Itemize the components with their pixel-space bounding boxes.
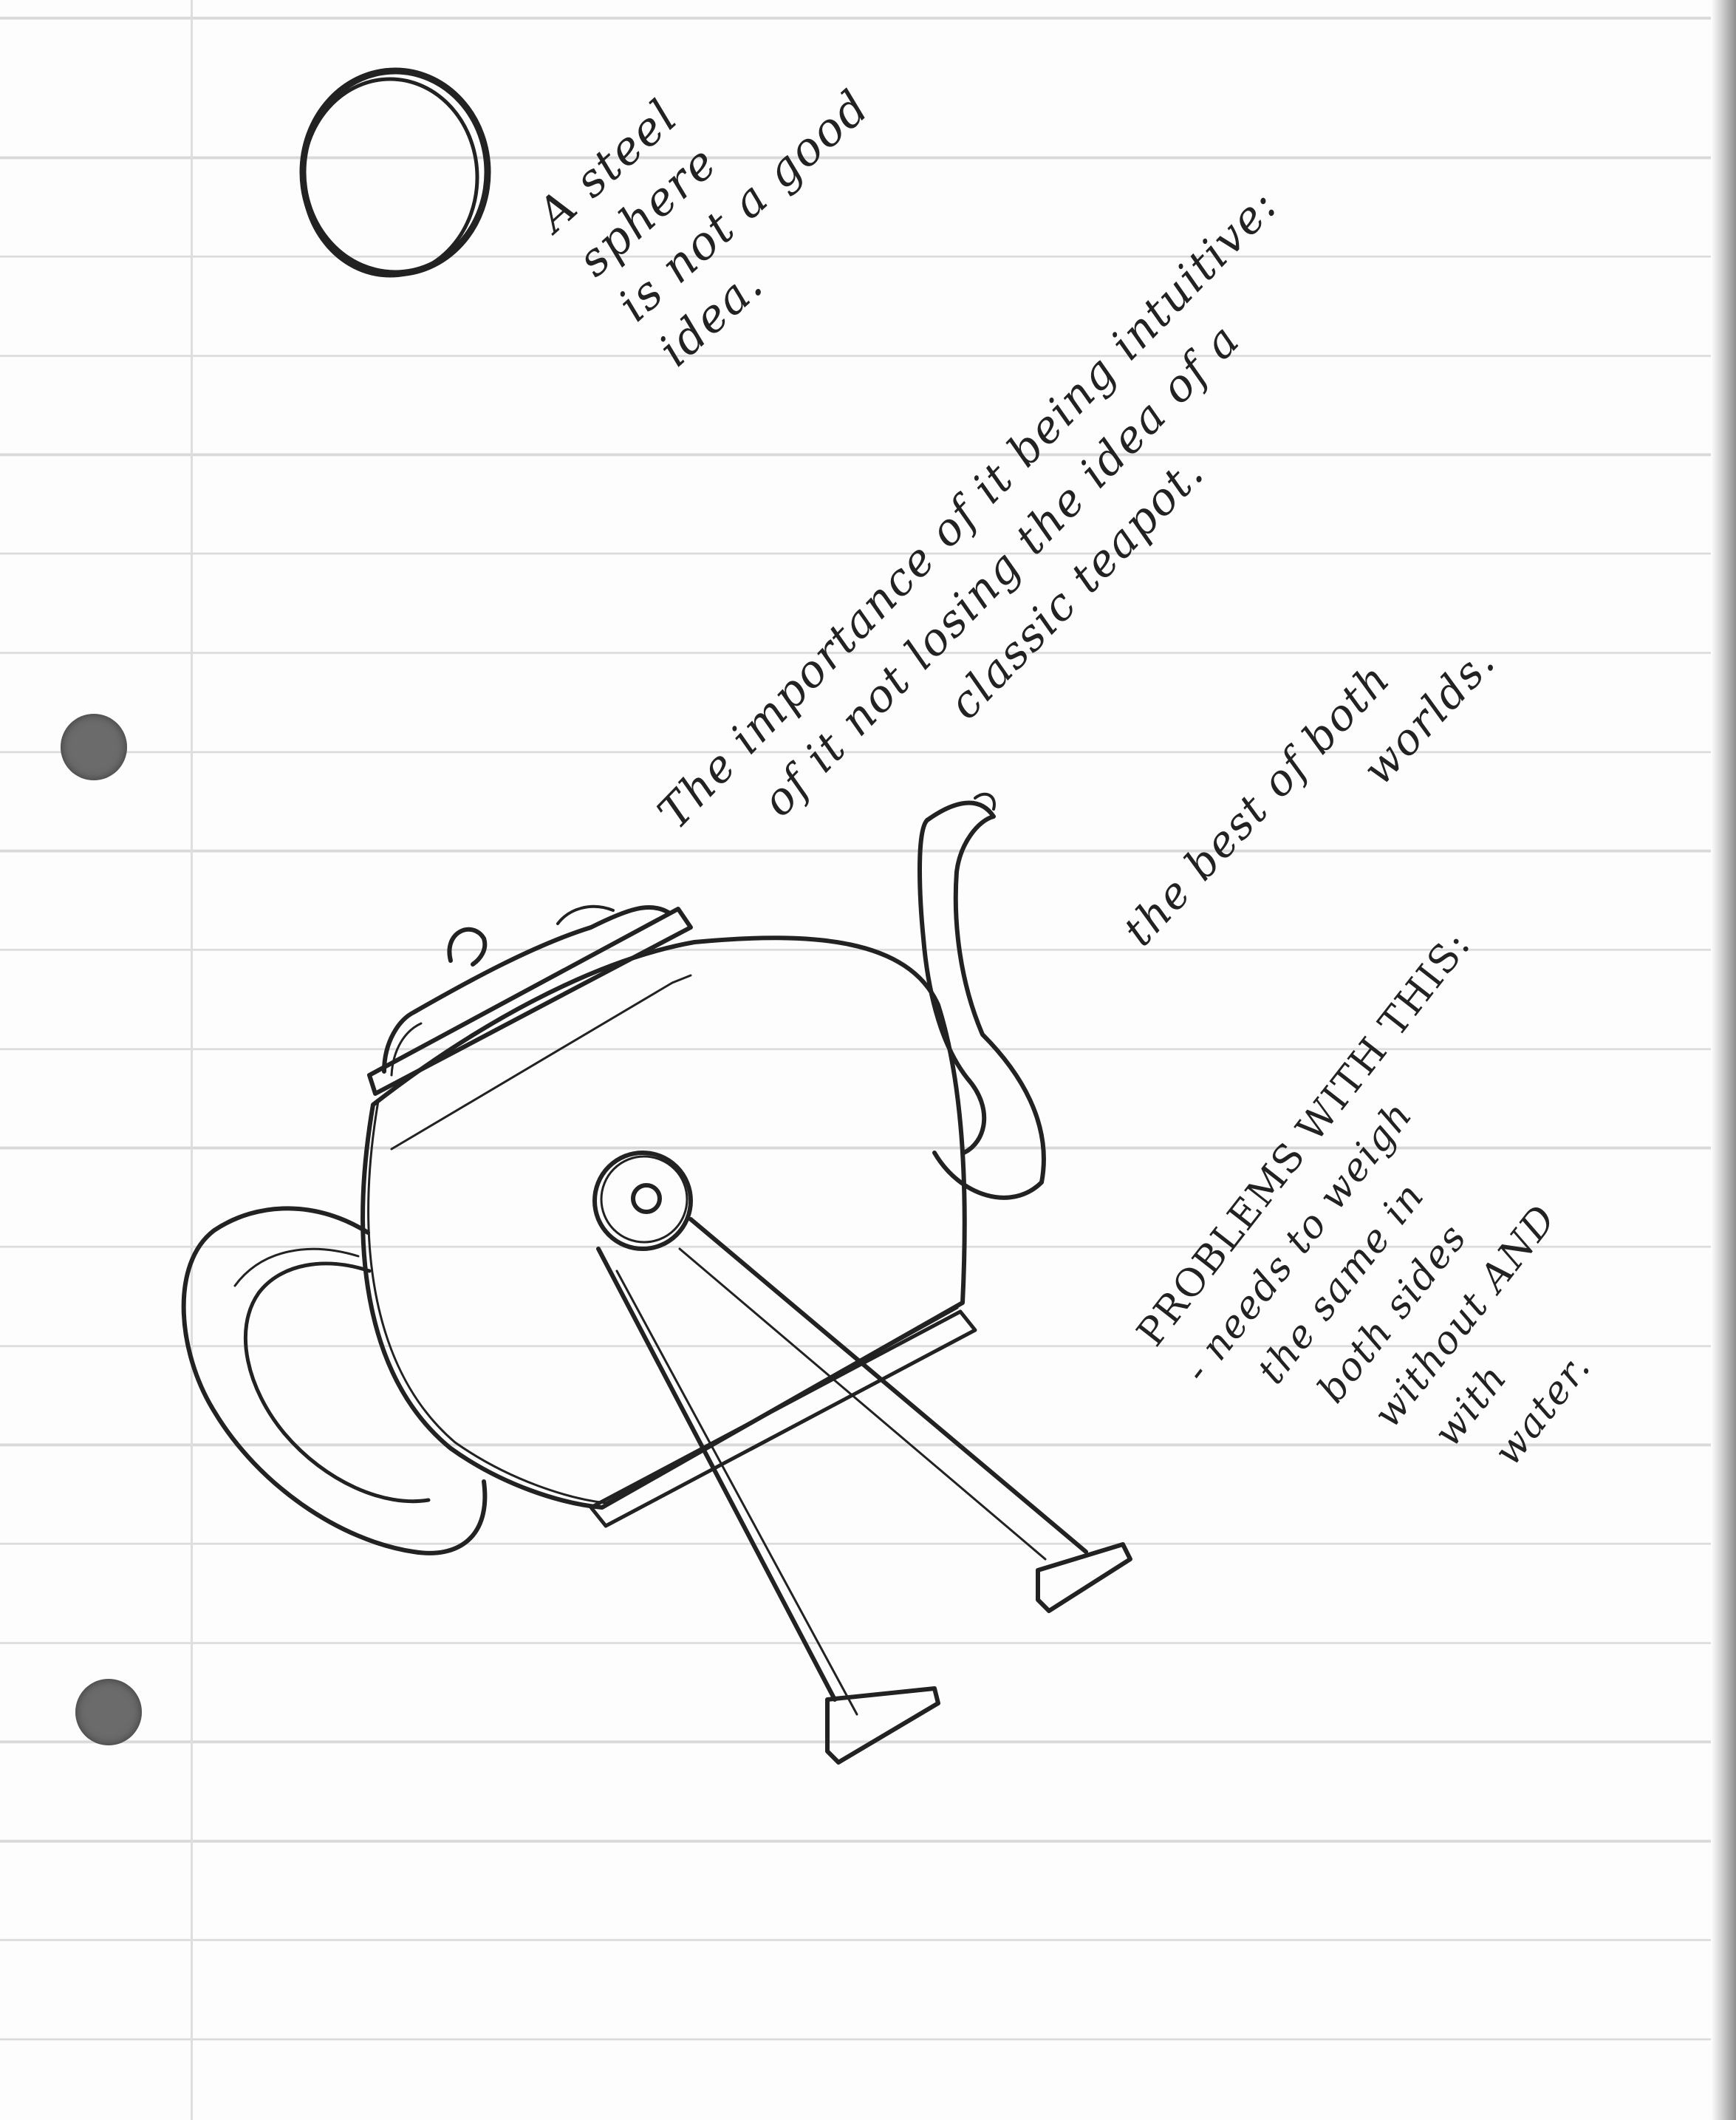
teapot-stand xyxy=(589,1151,1132,1765)
teapot-spout xyxy=(917,792,1046,1200)
notebook-page: A steel sphere is not a good idea. The i… xyxy=(0,0,1736,2120)
teapot-body xyxy=(360,935,967,1510)
steel-sphere-circle xyxy=(299,67,491,278)
teapot-handle xyxy=(181,1206,488,1555)
